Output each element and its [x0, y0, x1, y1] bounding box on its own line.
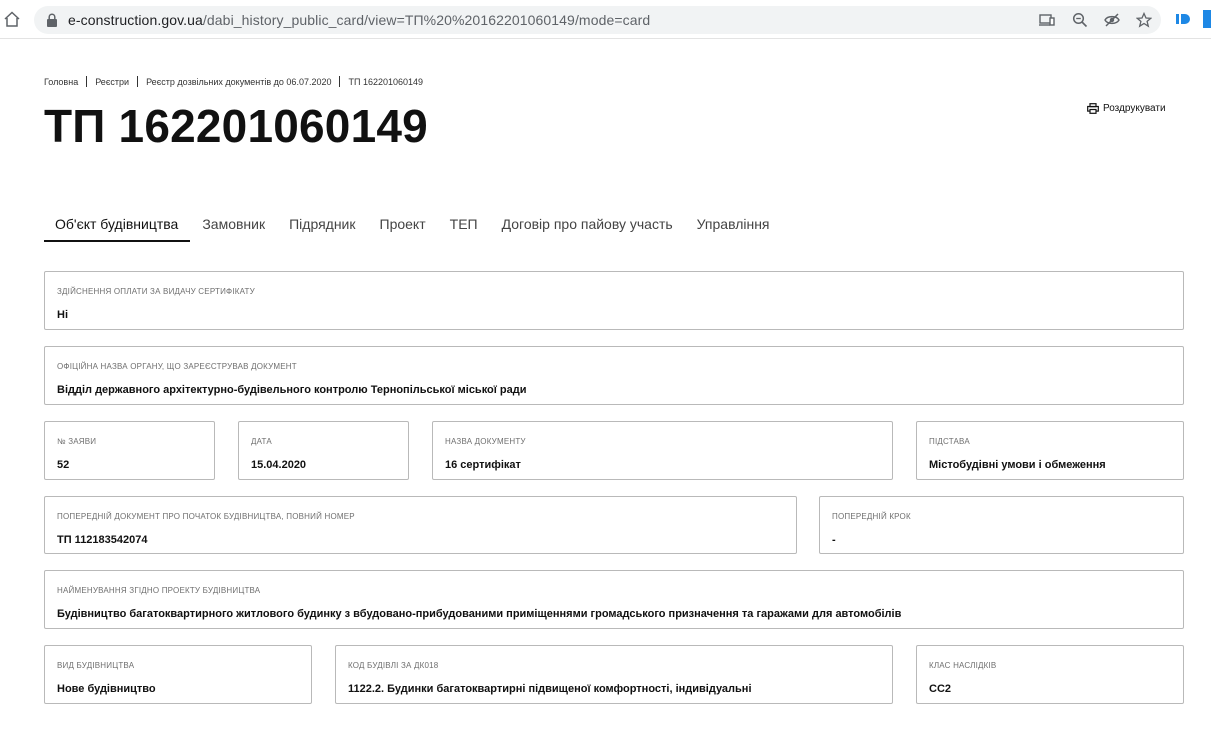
field-consequence-class: Клас наслідків СС2 [916, 645, 1184, 704]
field-value: - [832, 534, 836, 546]
url-text[interactable]: e-construction.gov.ua/dabi_history_publi… [68, 12, 650, 28]
field-label: Офіційна назва органу, що зареєстрував д… [57, 362, 297, 371]
lock-icon[interactable] [46, 13, 58, 27]
breadcrumb-home[interactable]: Головна [44, 77, 78, 87]
field-construction-type: Вид будівництва Нове будівництво [44, 645, 312, 704]
page-title: ТП 162201060149 [44, 100, 428, 152]
breadcrumb-separator [86, 76, 88, 87]
field-value: Відділ державного архітектурно-будівельн… [57, 384, 527, 396]
field-date: Дата 15.04.2020 [238, 421, 409, 480]
home-icon[interactable] [3, 10, 21, 28]
breadcrumb-current: ТП 162201060149 [348, 76, 424, 87]
tab-shared-participation[interactable]: Договір про пайову участь [490, 214, 685, 242]
extension-icon[interactable] [1203, 10, 1211, 28]
field-label: Найменування згідно проекту будівництва [57, 586, 261, 595]
field-previous-document: Попередній документ про початок будівниц… [44, 496, 797, 554]
field-label: Клас наслідків [929, 661, 997, 670]
field-application-number: № заяви 52 [44, 421, 215, 480]
field-value: ТП 112183542074 [57, 534, 148, 546]
url-path: /dabi_history_public_card/view=ТП%20%201… [202, 12, 651, 28]
tab-customer[interactable]: Замовник [190, 214, 277, 242]
breadcrumb: Головна Реєстри Реєстр дозвільних докуме… [44, 76, 423, 87]
field-value: Ні [57, 309, 68, 321]
field-label: Підстава [929, 437, 970, 446]
cast-icon[interactable] [1039, 12, 1055, 28]
url-host: e-construction.gov.ua [68, 12, 203, 28]
field-label: Попередній крок [832, 512, 911, 521]
field-building-code: Код будівлі за ДК018 1122.2. Будинки баг… [335, 645, 893, 704]
printer-icon [1087, 103, 1099, 114]
field-label: Попередній документ про початок будівниц… [57, 512, 355, 521]
field-label: Вид будівництва [57, 661, 135, 670]
browser-toolbar: e-construction.gov.ua/dabi_history_publi… [0, 0, 1211, 39]
tab-tep[interactable]: ТЕП [438, 214, 490, 242]
field-document-name: Назва документу 16 сертифікат [432, 421, 893, 480]
zoom-icon[interactable] [1072, 12, 1088, 28]
field-payment: Здійснення оплати за видачу сертифікату … [44, 271, 1184, 330]
field-value: СС2 [929, 683, 952, 695]
extension-id-icon[interactable] [1175, 10, 1193, 28]
tab-contractor[interactable]: Підрядник [277, 214, 367, 242]
breadcrumb-separator [339, 76, 341, 87]
tab-bar: Об'єкт будівництва Замовник Підрядник Пр… [44, 214, 782, 242]
field-label: № заяви [57, 437, 97, 446]
field-value: Будівництво багатоквартирного житлового … [57, 608, 902, 620]
address-bar[interactable]: e-construction.gov.ua/dabi_history_publi… [34, 6, 1161, 34]
field-value: 16 сертифікат [445, 459, 521, 471]
tab-management[interactable]: Управління [685, 214, 782, 242]
field-value: Містобудівні умови і обмеження [929, 459, 1106, 471]
field-authority: Офіційна назва органу, що зареєстрував д… [44, 346, 1184, 405]
field-previous-step: Попередній крок - [819, 496, 1184, 554]
field-label: Дата [251, 437, 272, 446]
field-value: 1122.2. Будинки багатоквартирні підвищен… [348, 683, 752, 695]
print-label: Роздрукувати [1103, 103, 1166, 114]
tab-construction-object[interactable]: Об'єкт будівництва [44, 214, 191, 242]
breadcrumb-registry[interactable]: Реєстр дозвільних документів до 06.07.20… [146, 77, 331, 87]
field-label: Здійснення оплати за видачу сертифікату [57, 287, 255, 296]
print-button[interactable]: Роздрукувати [1087, 103, 1166, 114]
field-value: 52 [57, 459, 70, 471]
breadcrumb-separator [137, 76, 139, 87]
tab-project[interactable]: Проект [368, 214, 438, 242]
field-value: 15.04.2020 [251, 459, 307, 471]
bookmark-star-icon[interactable] [1136, 12, 1152, 28]
field-value: Нове будівництво [57, 683, 156, 695]
field-basis: Підстава Містобудівні умови і обмеження [916, 421, 1184, 480]
field-project-name: Найменування згідно проекту будівництва … [44, 570, 1184, 629]
eye-off-icon[interactable] [1104, 12, 1120, 28]
breadcrumb-registries[interactable]: Реєстри [95, 77, 129, 87]
field-label: Код будівлі за ДК018 [348, 661, 439, 670]
field-label: Назва документу [445, 437, 526, 446]
